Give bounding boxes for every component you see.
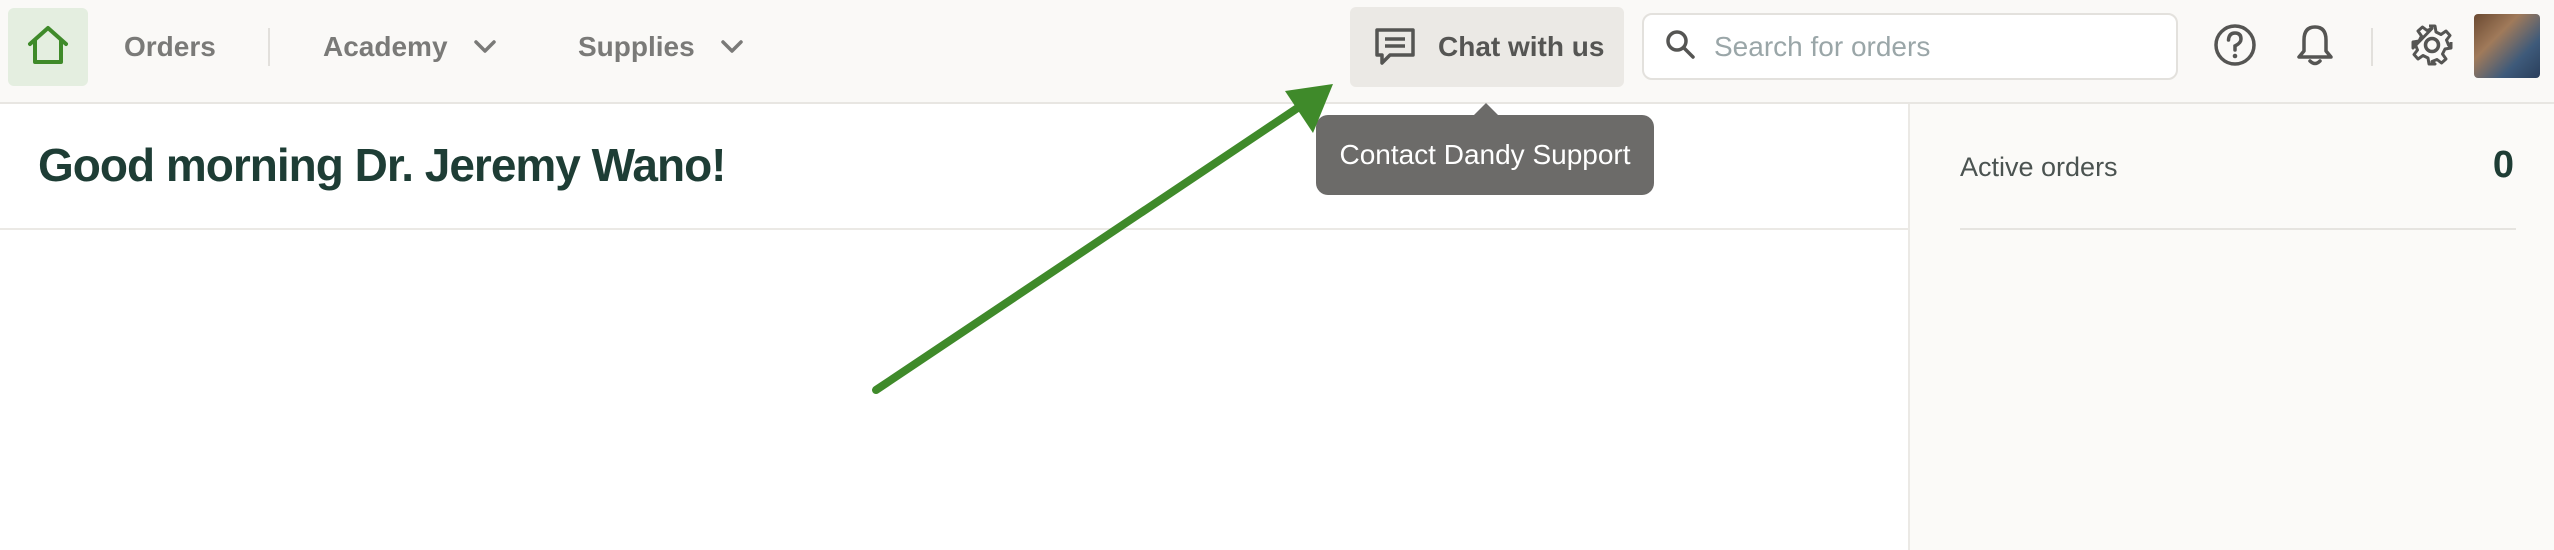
annotation-arrow-shaft: [872, 99, 1309, 394]
annotation-arrow: [872, 84, 1333, 394]
